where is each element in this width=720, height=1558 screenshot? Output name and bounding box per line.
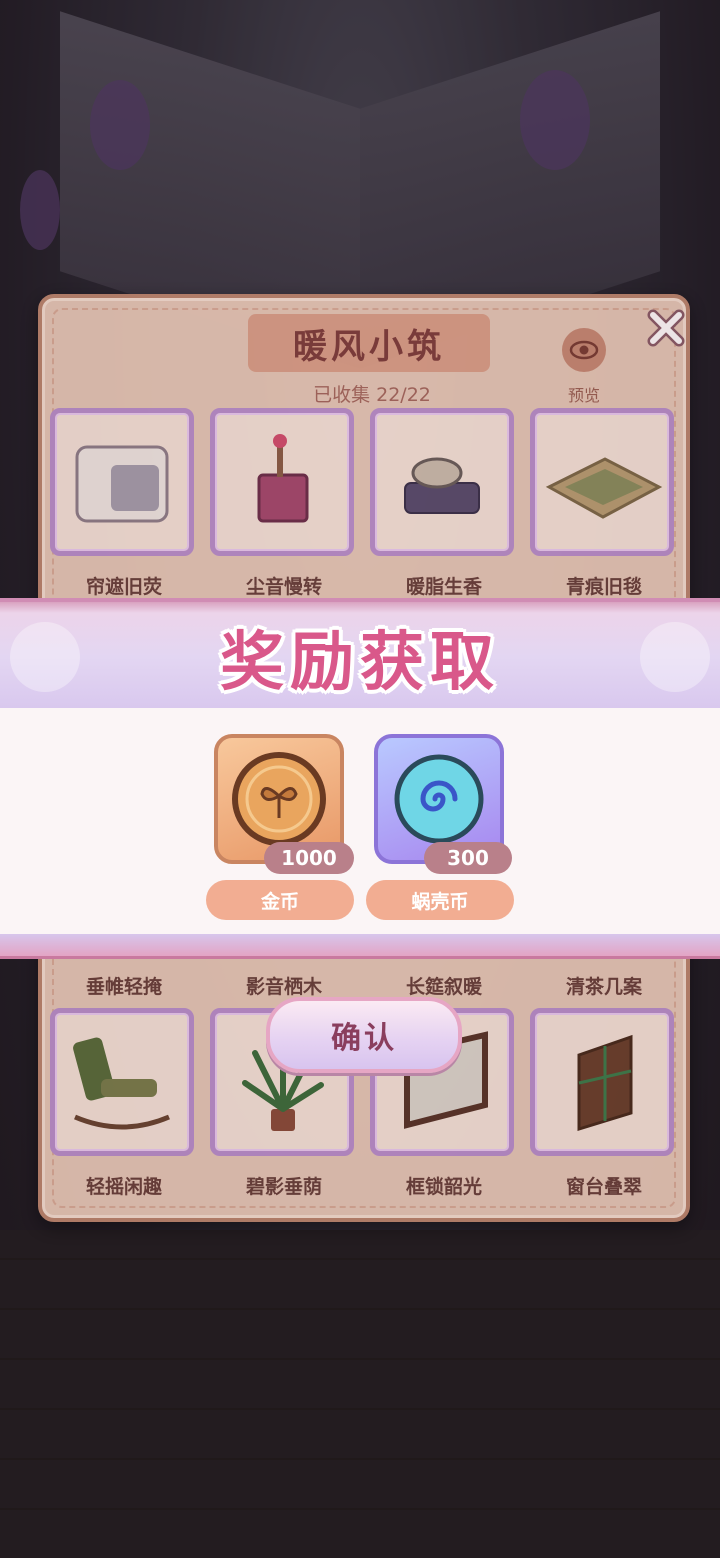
- item-label: 窗台叠翠: [565, 1176, 642, 1198]
- item-label: 长筵叙暖: [405, 976, 482, 998]
- furniture-card[interactable]: [530, 408, 674, 556]
- item-label: 轻摇闲趣: [85, 1176, 162, 1198]
- item-label: 垂帷轻掩: [85, 976, 162, 998]
- close-button[interactable]: [642, 304, 690, 352]
- reward-banner-header: 奖励获取: [0, 598, 720, 712]
- furniture-card[interactable]: [50, 1008, 194, 1156]
- confirm-button[interactable]: 确认: [266, 997, 462, 1073]
- reward-banner-body: 1000 金币 300 蜗壳币: [0, 708, 720, 934]
- window-icon: [577, 1034, 633, 1132]
- reward-name: 金币: [206, 880, 354, 920]
- item-label: 暖脂生香: [405, 576, 482, 598]
- item-label: 影音栖木: [245, 976, 322, 998]
- rug-icon: [545, 457, 663, 519]
- furniture-card[interactable]: [530, 1008, 674, 1156]
- item-label: 碧影垂荫: [245, 1176, 322, 1198]
- item-label: 青痕旧毯: [565, 576, 642, 598]
- item-label: 清茶几案: [565, 976, 642, 998]
- furniture-card[interactable]: [50, 408, 194, 556]
- preview-label: 预览: [567, 386, 600, 405]
- reward-title: 奖励获取: [220, 626, 500, 700]
- rocking-chair-icon: [73, 1037, 170, 1130]
- item-label: 帘遮旧荧: [85, 576, 162, 598]
- reward-qty: 1000: [264, 842, 354, 874]
- item-label: 框锁韶光: [405, 1176, 482, 1198]
- collection-title: 暖风小筑: [248, 314, 490, 372]
- hotpot-table-icon: [404, 457, 480, 514]
- reward-banner-footer: [0, 934, 720, 959]
- reward-name: 蜗壳币: [366, 880, 514, 920]
- furniture-card[interactable]: [370, 408, 514, 556]
- covered-tv-icon: [75, 445, 169, 523]
- eye-icon: [569, 340, 599, 360]
- reward-qty: 300: [424, 842, 512, 874]
- furniture-card[interactable]: [210, 408, 354, 556]
- collected-count: 已收集 22/22: [313, 384, 431, 406]
- preview-button[interactable]: [562, 328, 606, 372]
- close-icon: [647, 309, 685, 347]
- vase-cabinet-icon: [257, 434, 309, 523]
- item-label: 尘音慢转: [245, 576, 322, 598]
